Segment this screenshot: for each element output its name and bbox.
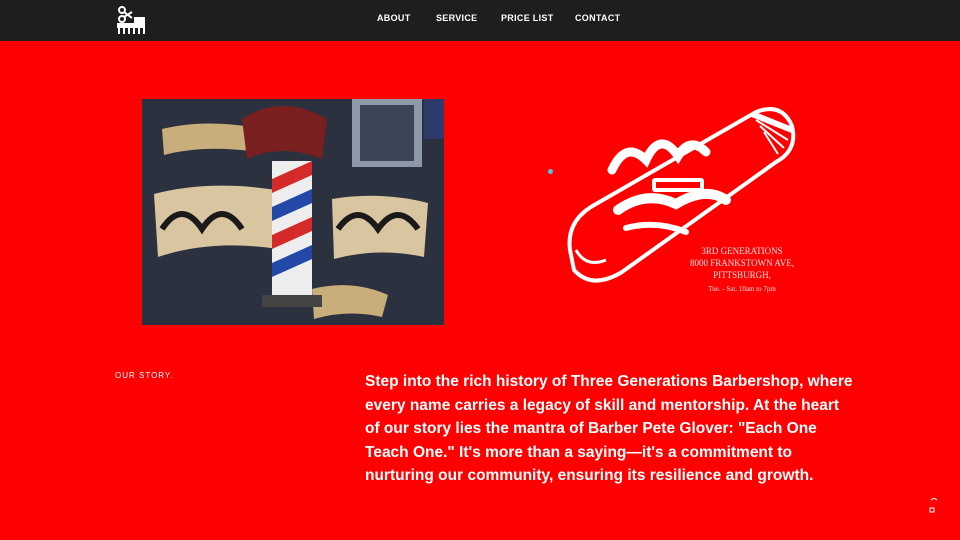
nav-contact[interactable]: CONTACT [575, 13, 620, 23]
address-line-2: 8000 FRANKSTOWN AVE, [690, 258, 794, 268]
corner-widget-icon[interactable] [928, 496, 940, 516]
nav-service[interactable]: SERVICE [436, 13, 477, 23]
our-story-label: OUR STORY. [115, 371, 174, 380]
nav-about[interactable]: ABOUT [377, 13, 411, 23]
top-navigation-bar: ABOUT SERVICE PRICE LIST CONTACT [0, 0, 960, 41]
address-line-3: PITTSBURGH, [713, 270, 771, 280]
shop-hours: Tue. - Sat. 10am to 7pm [708, 285, 776, 293]
barber-shop-mural-photo [142, 99, 444, 325]
our-story-text: Step into the rich history of Three Gene… [365, 373, 853, 484]
nav-price-list[interactable]: PRICE LIST [501, 13, 554, 23]
shop-address: 3RD GENERATIONS 8000 FRANKSTOWN AVE, PIT… [668, 245, 816, 295]
accent-dot [548, 169, 553, 174]
main-nav: ABOUT SERVICE PRICE LIST CONTACT [0, 0, 960, 41]
address-line-1: 3RD GENERATIONS [701, 246, 783, 256]
